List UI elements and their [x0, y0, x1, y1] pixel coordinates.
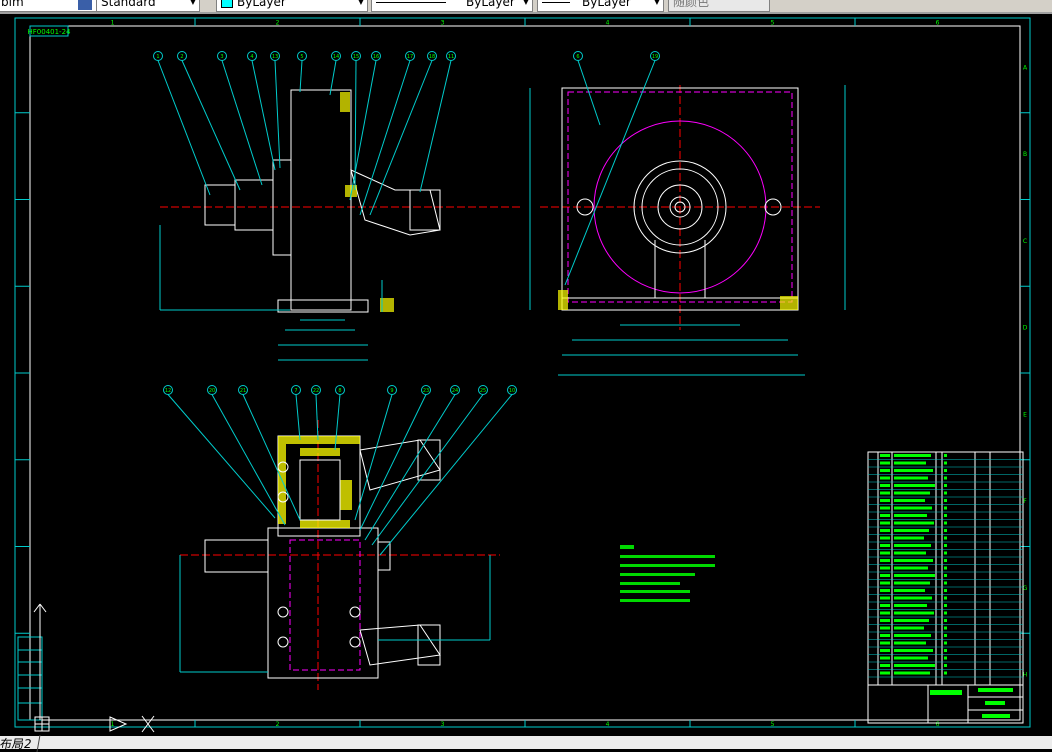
balloon-label: 19	[652, 54, 658, 60]
balloon-label: 4	[250, 54, 253, 60]
properties-toolbar: bim ▼ Standard ▼ ByLayer ▼ ByLayer ▼ ByLayer…	[0, 0, 1052, 14]
balloon-label: 9	[390, 388, 393, 394]
motor-shaft	[204, 184, 236, 226]
balloon-label: 14	[333, 54, 339, 60]
balloon-label: 15	[353, 54, 359, 60]
balloon-label: 6	[576, 54, 579, 60]
title-block	[867, 684, 1024, 724]
leader-line	[419, 60, 452, 193]
balloon-label: 10	[509, 388, 515, 394]
column-label-bottom: 3	[441, 721, 445, 728]
balloon-label: 21	[240, 388, 246, 394]
technical-notes	[620, 545, 715, 602]
color-swatch-icon	[221, 0, 233, 8]
leader-line	[564, 60, 656, 286]
textstyle-dropdown[interactable]: Standard ▼	[96, 0, 200, 12]
leader-line	[181, 60, 241, 191]
row-label: C	[1023, 238, 1027, 245]
dimstyle-value: bim	[1, 0, 24, 9]
balloon-label: 22	[313, 388, 319, 394]
line-preview	[376, 2, 446, 3]
end-view: 6 19	[529, 51, 846, 376]
row-label: A	[1023, 64, 1028, 71]
balloon-label: 3	[220, 54, 223, 60]
column-label: 4	[606, 20, 610, 27]
balloon-label: 23	[423, 388, 429, 394]
tab-layout2[interactable]: 布局2	[0, 735, 41, 752]
color-value: ByLayer	[237, 0, 286, 9]
balloon-label: 11	[448, 54, 454, 60]
balloon-label: 1	[156, 54, 159, 60]
leader-line	[167, 394, 276, 519]
revision-table	[17, 636, 50, 732]
balloon-label: 16	[373, 54, 379, 60]
leader-line	[299, 60, 303, 93]
leader-line	[295, 394, 301, 441]
side-view: 1 2 3 4 13 5 14 15 16 17 18 11	[153, 51, 520, 361]
balloon-label: 18	[429, 54, 435, 60]
chevron-down-icon: ▼	[189, 0, 196, 6]
leader-line	[359, 394, 427, 531]
column-label: 3	[441, 20, 445, 27]
leader-line	[359, 60, 411, 216]
balloon-label: 24	[452, 388, 458, 394]
row-label: E	[1023, 411, 1027, 418]
lineweight-value: ByLayer	[582, 0, 631, 9]
column-label: 6	[936, 20, 940, 27]
leader-line	[369, 60, 433, 216]
balloon-label: 2	[180, 54, 183, 60]
column-label-bottom: 5	[771, 721, 775, 728]
leader-line	[315, 394, 319, 441]
linetype-value: ByLayer	[466, 0, 515, 9]
balloon-label: 7	[294, 388, 297, 394]
lineweight-dropdown[interactable]: ByLayer ▼	[537, 0, 664, 12]
balloon-label: 8	[338, 388, 341, 394]
line-preview	[542, 2, 570, 3]
balloon-label: 25	[480, 388, 486, 394]
inner-border	[29, 25, 1021, 721]
column-label: 1	[111, 20, 115, 27]
leader-line	[157, 60, 211, 196]
layout-tabs-bar: 布局2	[0, 735, 1052, 752]
leader-line	[371, 394, 484, 546]
column-label: 2	[276, 20, 280, 27]
housing	[290, 89, 352, 311]
color-dropdown[interactable]: ByLayer ▼	[216, 0, 368, 12]
leader-line	[274, 60, 281, 169]
column-label-bottom: 6	[936, 721, 940, 728]
section-view: 12 20 21 7 22 8 9 23 24 25 10	[163, 385, 517, 690]
balloon-label: 20	[209, 388, 215, 394]
balloon-label: 13	[272, 54, 278, 60]
row-label: F	[1023, 498, 1027, 505]
row-label: D	[1023, 325, 1028, 332]
plotstyle-dropdown[interactable]: 随颜色	[668, 0, 770, 12]
leader-line	[577, 60, 601, 126]
chevron-down-icon: ▼	[653, 0, 660, 6]
leader-line	[379, 394, 513, 556]
textstyle-icon[interactable]	[78, 0, 92, 10]
parts-list	[867, 451, 1024, 686]
leader-line	[251, 60, 276, 171]
balloon-label: 5	[300, 54, 303, 60]
textstyle-value: Standard	[101, 0, 156, 9]
chevron-down-icon: ▼	[522, 0, 529, 6]
plotstyle-value: 随颜色	[673, 0, 710, 9]
balloon-label: 17	[407, 54, 413, 60]
drawing-canvas[interactable]: HF00401-24 112233445566 ABCDEFGH 1 2 3 4…	[0, 14, 1052, 736]
leader-line	[211, 394, 286, 526]
column-label: 5	[771, 20, 775, 27]
row-label: B	[1023, 151, 1027, 158]
column-label-bottom: 1	[111, 721, 115, 728]
balloon-label: 12	[165, 388, 171, 394]
column-label-bottom: 4	[606, 721, 610, 728]
chevron-down-icon: ▼	[357, 0, 364, 6]
drawing-number: HF00401-24	[28, 28, 72, 36]
ucs-icon	[33, 603, 155, 733]
linetype-dropdown[interactable]: ByLayer ▼	[371, 0, 533, 12]
column-label-bottom: 2	[276, 721, 280, 728]
